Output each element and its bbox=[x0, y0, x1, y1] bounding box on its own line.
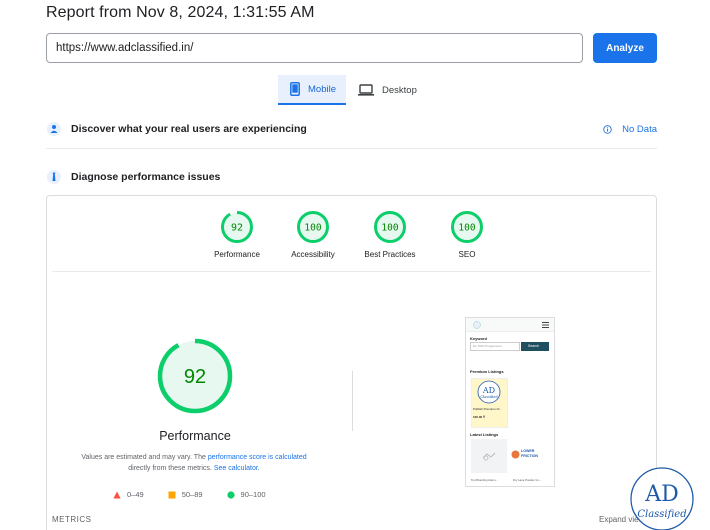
thumb-brand-logo bbox=[511, 450, 520, 459]
tab-desktop-label: Desktop bbox=[382, 84, 417, 96]
metrics-label: METRICS bbox=[52, 515, 92, 524]
thumb-latest-title: Latest Listings bbox=[470, 432, 499, 437]
diagnose-label: Diagnose performance issues bbox=[71, 171, 221, 183]
score-note: Values are estimated and may vary. The p… bbox=[61, 452, 327, 474]
ad-classified-logo: AD Classified bbox=[630, 467, 694, 530]
no-data-label: No Data bbox=[622, 123, 657, 135]
lighthouse-icon bbox=[47, 170, 61, 184]
thumb-ad-logo: AD Classified bbox=[477, 380, 501, 404]
thumb-premium-item: Publish Premium Cl... bbox=[473, 407, 502, 411]
thumb-search-button-label: Search bbox=[528, 344, 540, 348]
svg-text:AD: AD bbox=[482, 386, 495, 395]
score-gauge-performance[interactable]: 92 Performance bbox=[197, 210, 277, 259]
score-value: 100 bbox=[381, 223, 398, 234]
info-icon bbox=[603, 124, 612, 134]
tab-desktop[interactable]: Desktop bbox=[346, 75, 427, 105]
device-tabs: Mobile Desktop bbox=[278, 75, 427, 105]
tab-mobile-label: Mobile bbox=[308, 83, 336, 95]
smartphone-icon bbox=[290, 82, 300, 96]
score-gauge-seo[interactable]: 100 SEO bbox=[427, 210, 507, 259]
section-divider bbox=[46, 148, 657, 149]
analyze-button[interactable]: Analyze bbox=[593, 33, 657, 63]
score-gauge-best-practices[interactable]: 100 Best Practices bbox=[350, 210, 430, 259]
score-label: Performance bbox=[214, 250, 260, 259]
hamburger-icon bbox=[542, 322, 549, 328]
performance-label: Performance bbox=[159, 429, 231, 443]
url-input[interactable] bbox=[46, 33, 583, 63]
vertical-separator bbox=[352, 371, 353, 431]
svg-text:AD: AD bbox=[644, 482, 679, 507]
see-calculator-link[interactable]: See calculator. bbox=[214, 465, 260, 472]
score-label: Best Practices bbox=[364, 250, 416, 259]
laptop-icon bbox=[358, 84, 374, 96]
thumb-latest-item-1: Top Branding Attem... bbox=[471, 478, 498, 482]
legend-range: 0–49 bbox=[127, 490, 144, 499]
legend-range: 50–89 bbox=[181, 490, 203, 499]
diagnose-section: Diagnose performance issues bbox=[46, 162, 657, 192]
users-icon bbox=[47, 122, 61, 136]
card-divider bbox=[52, 271, 651, 272]
thumb-premium-title: Premium Listings bbox=[470, 369, 504, 374]
page-screenshot-thumbnail[interactable]: Keyword Ex: PHP Programmer Search Premiu… bbox=[465, 317, 555, 487]
thumb-latest-item-2: Dry Lane Powder Co... bbox=[513, 478, 542, 482]
score-value: 92 bbox=[231, 223, 243, 234]
thumb-keyword-label: Keyword bbox=[470, 336, 487, 341]
note-text-2: directly from these metrics. bbox=[128, 465, 214, 472]
report-title: Report from Nov 8, 2024, 1:31:55 AM bbox=[46, 4, 315, 21]
thumb-logo-icon bbox=[473, 321, 481, 329]
score-gauge-accessibility[interactable]: 100 Accessibility bbox=[273, 210, 353, 259]
discover-section[interactable]: Discover what your real users are experi… bbox=[46, 114, 657, 144]
legend-range: 90–100 bbox=[240, 490, 266, 499]
score-legend: 0–49 50–89 90–100 bbox=[113, 490, 266, 499]
score-label: SEO bbox=[458, 250, 476, 259]
performance-gauge-large: 92 bbox=[157, 338, 233, 414]
legend-fail: 0–49 bbox=[113, 490, 144, 499]
performance-score-value: 92 bbox=[184, 366, 206, 388]
note-text: Values are estimated and may vary. The bbox=[81, 454, 208, 461]
score-value: 100 bbox=[458, 223, 475, 234]
score-calculated-link[interactable]: performance score is calculated bbox=[208, 454, 307, 461]
discover-label: Discover what your real users are experi… bbox=[71, 123, 307, 135]
thumb-search-placeholder: Ex: PHP Programmer bbox=[473, 344, 502, 348]
triangle-icon bbox=[113, 491, 121, 498]
legend-pass: 90–100 bbox=[226, 490, 266, 499]
svg-text:Classified: Classified bbox=[637, 509, 686, 520]
svg-text:Classified: Classified bbox=[480, 395, 498, 399]
thumb-lower-friction: LOWER FRICTION bbox=[521, 449, 538, 458]
tab-mobile[interactable]: Mobile bbox=[278, 75, 346, 105]
square-icon bbox=[168, 491, 176, 498]
thumb-premium-price: 100.00 ₹ bbox=[473, 415, 485, 419]
score-value: 100 bbox=[304, 223, 321, 234]
circle-icon bbox=[226, 490, 235, 499]
legend-average: 50–89 bbox=[168, 490, 203, 499]
lighthouse-card: 92 Performance 100 Accessibility 100 Bes… bbox=[46, 195, 657, 530]
score-label: Accessibility bbox=[291, 250, 335, 259]
thumb-image-placeholder-icon bbox=[482, 452, 496, 461]
